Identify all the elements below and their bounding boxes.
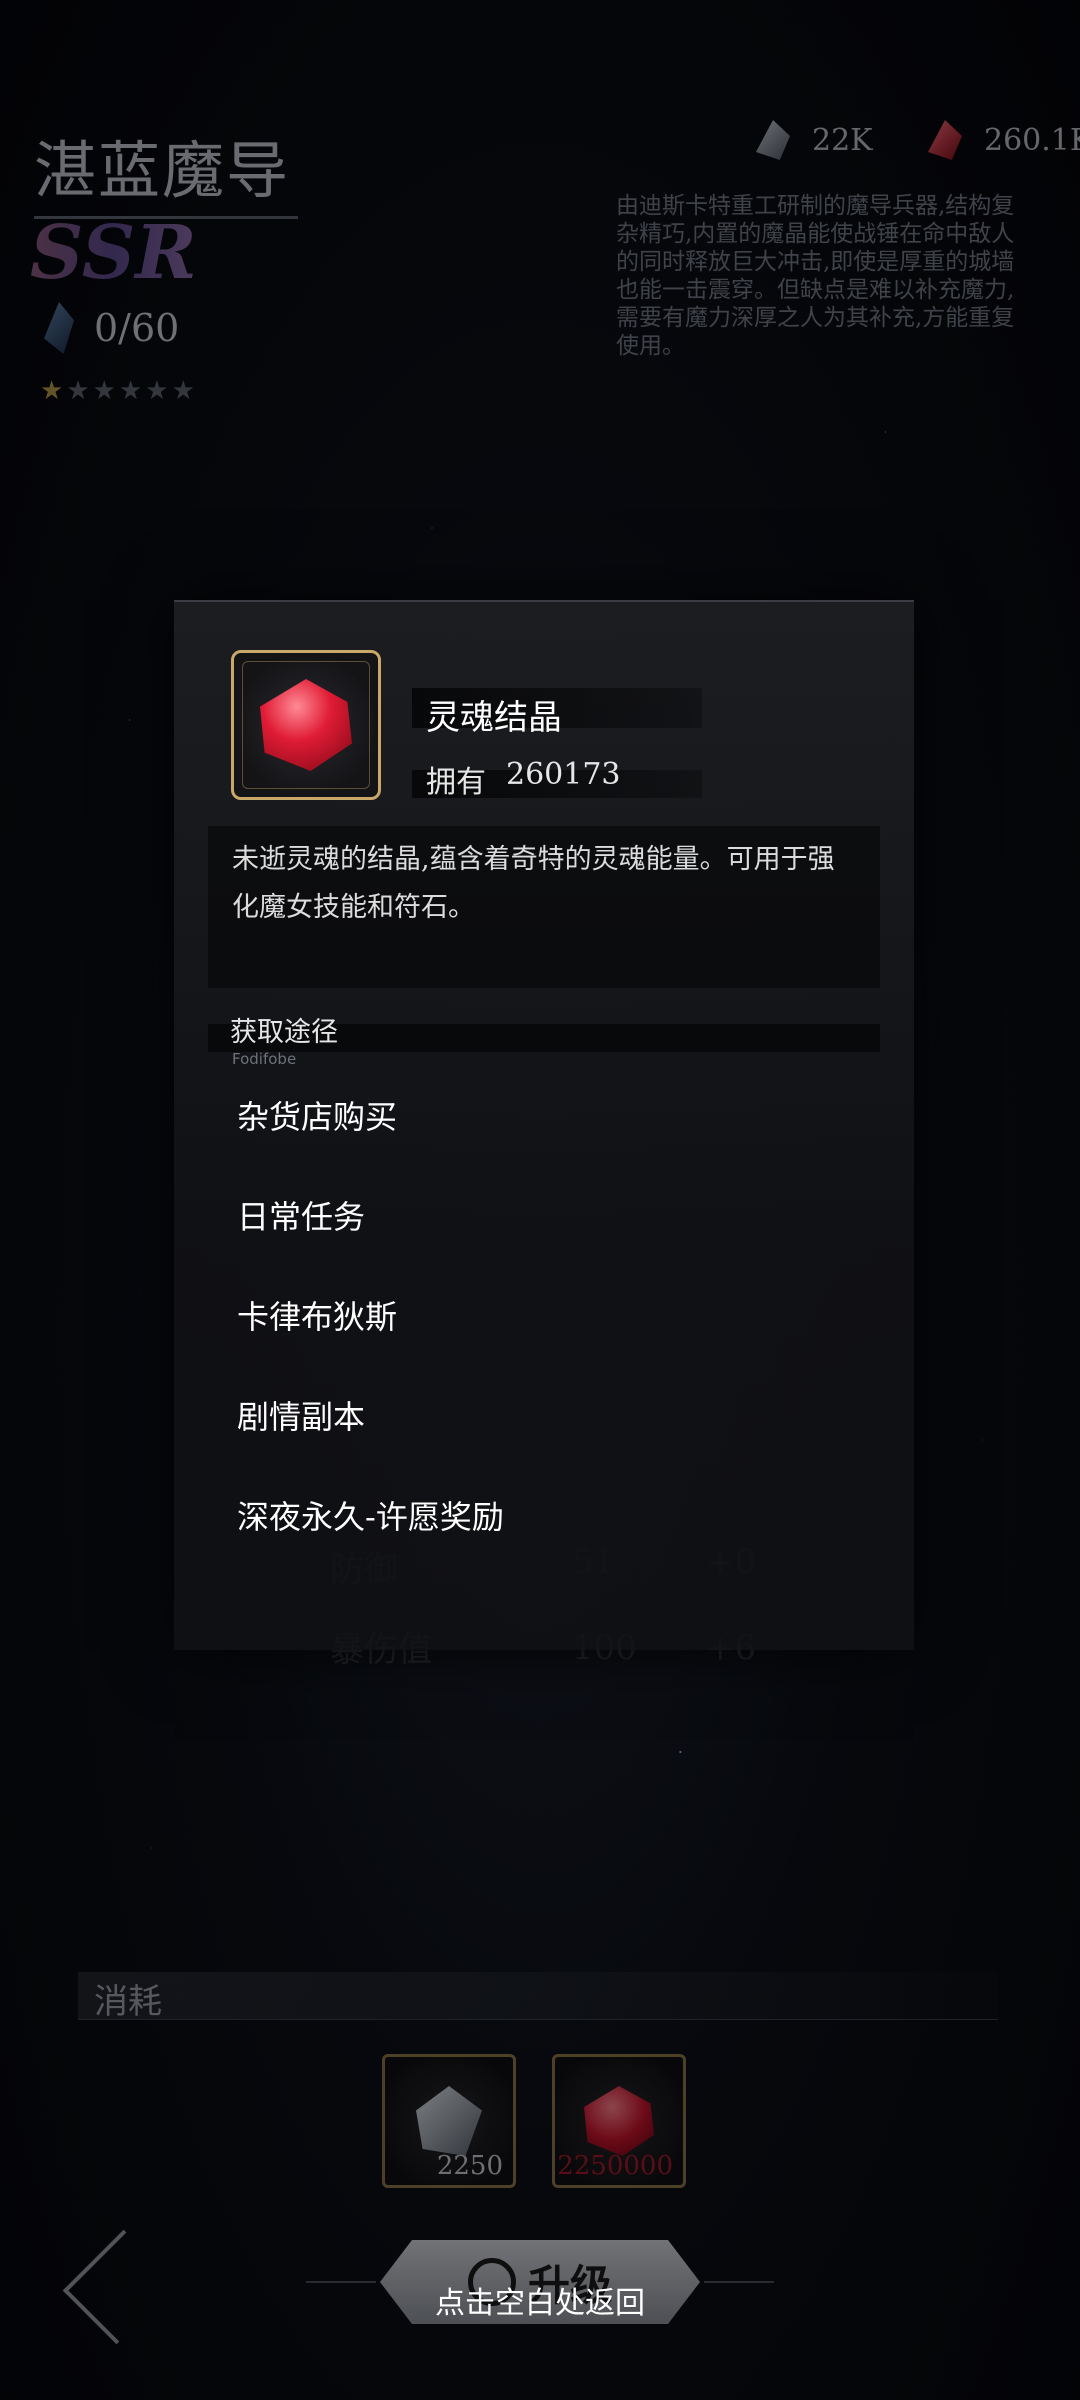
owned-count: 260173 bbox=[506, 757, 621, 792]
soul-crystal-icon bbox=[260, 679, 352, 771]
source-item[interactable]: 剧情副本 bbox=[237, 1392, 504, 1492]
source-item[interactable]: 杂货店购买 bbox=[237, 1092, 504, 1192]
owned-label: 拥有 bbox=[426, 765, 486, 800]
source-title: 获取途径 bbox=[230, 1017, 338, 1048]
owned-row: 拥有 260173 bbox=[426, 757, 621, 801]
return-hint: 点击空白处返回 bbox=[435, 2286, 645, 2321]
item-description: 未逝灵魂的结晶,蕴含着奇特的灵魂能量。可用于强化魔女技能和符石。 bbox=[208, 826, 880, 988]
item-info-popup: 灵魂结晶 拥有 260173 未逝灵魂的结晶,蕴含着奇特的灵魂能量。可用于强化魔… bbox=[174, 600, 914, 1650]
item-name: 灵魂结晶 bbox=[426, 698, 562, 738]
item-icon-frame bbox=[231, 650, 381, 800]
source-list: 杂货店购买 日常任务 卡律布狄斯 剧情副本 深夜永久-许愿奖励 bbox=[237, 1092, 504, 1592]
source-item[interactable]: 日常任务 bbox=[237, 1192, 504, 1292]
source-item[interactable]: 卡律布狄斯 bbox=[237, 1292, 504, 1392]
source-item[interactable]: 深夜永久-许愿奖励 bbox=[237, 1492, 504, 1592]
source-subtitle: Fodifobe bbox=[232, 1050, 297, 1068]
